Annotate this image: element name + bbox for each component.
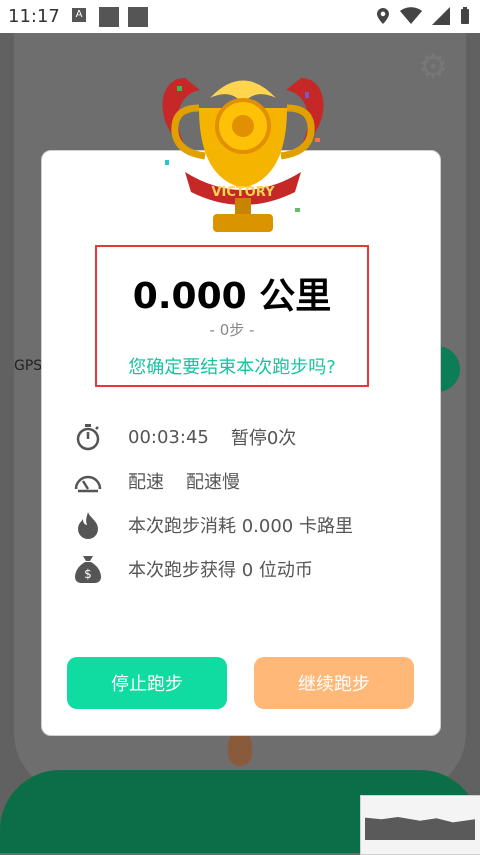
gps-label: GPS [14,358,43,374]
time-row: 00:03:45 暂停0次 [72,422,412,452]
notification-a-icon: A [72,8,86,22]
calories-row: 本次跑步消耗 0.000 卡路里 [72,510,412,540]
stopwatch-icon [72,422,104,452]
continue-run-button[interactable]: 继续跑步 [254,657,414,709]
stop-run-button[interactable]: 停止跑步 [67,657,227,709]
signal-icon [432,7,450,25]
pace-label: 配速 [128,472,164,493]
notification-icon [99,7,119,27]
speedometer-icon [72,466,104,496]
coins-row: $ 本次跑步获得 0 位动币 [72,554,412,584]
calories-value: 本次跑步消耗 0.000 卡路里 [128,516,353,537]
wifi-icon [400,7,422,24]
location-icon [377,8,389,24]
confirm-question: 您确定要结束本次跑步吗? [128,357,336,378]
steps-value: - 0步 - [209,321,255,339]
trophy-banner-text: VICTORY [211,185,275,200]
flame-icon [72,510,104,540]
svg-text:$: $ [84,567,92,581]
battery-icon [461,7,469,24]
status-bar: 11:17 A [0,0,480,33]
status-time: 11:17 [8,6,60,27]
victory-trophy-icon: VICTORY [162,78,324,232]
duration-value: 00:03:45 [128,426,209,448]
pause-count: 暂停0次 [230,428,297,449]
map-preview-thumbnail[interactable] [360,795,480,855]
summary-highlight-box: 0.000 公里 - 0步 - 您确定要结束本次跑步吗? [95,245,369,387]
distance-value: 0.000 公里 [132,276,332,317]
money-bag-icon: $ [72,554,104,584]
slider-handle[interactable] [228,732,252,766]
pace-row: 配速 配速慢 [72,466,412,496]
pace-value: 配速慢 [186,472,240,493]
status-icons [376,7,470,25]
notification-icon [128,7,148,27]
settings-gear-icon[interactable]: ⚙ [418,47,448,87]
coins-value: 本次跑步获得 0 位动币 [128,560,313,581]
